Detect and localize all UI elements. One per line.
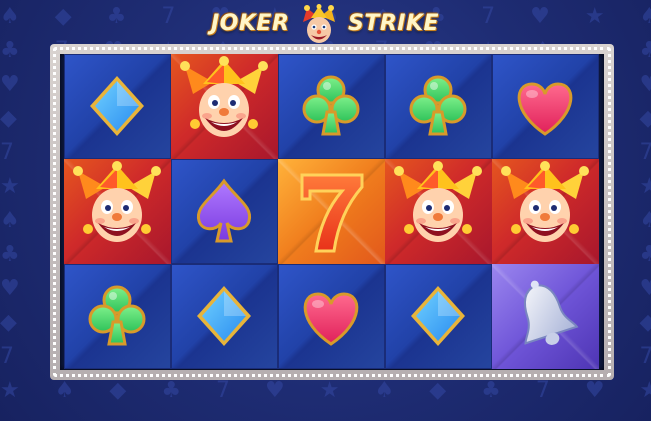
reel-cell [278, 54, 385, 159]
reel-cell [64, 264, 171, 369]
diamond-symbol-icon [411, 286, 465, 346]
joker-symbol-icon [180, 56, 268, 137]
reel-cell [171, 264, 278, 369]
joker-symbol-icon [394, 161, 482, 242]
reel-cell [64, 54, 171, 159]
reel-cell [278, 159, 385, 264]
reel-cell [492, 264, 599, 369]
reel-cell [385, 54, 492, 159]
game-screen: ♠ ◆ ♣ 7 ♥ ★ ♠ ◆ ♣ 7 ♥ ★ ♠ ◆ ♣ 7 ♥ ★ ♣ 7 … [0, 0, 651, 421]
reel-cell [385, 264, 492, 369]
joker-symbol-icon [501, 161, 589, 242]
reel-cell [64, 159, 171, 264]
game-logo: JOKER STRIKE [205, 4, 445, 44]
club-symbol-icon [302, 75, 360, 136]
reel-grid [64, 54, 600, 370]
bell-symbol-icon [523, 280, 579, 345]
reel-cell [171, 159, 278, 264]
club-symbol-icon [409, 75, 467, 136]
diamond-symbol-icon [197, 286, 251, 346]
reel-cell [385, 159, 492, 264]
heart-symbol-icon [517, 82, 573, 136]
joker-symbol-icon [73, 161, 161, 242]
reel-cell [171, 54, 278, 159]
logo-text-right: STRIKE [348, 11, 440, 36]
club-symbol-icon [88, 285, 146, 346]
logo-text-left: JOKER [211, 11, 290, 36]
reel-cell [492, 54, 599, 159]
joker-logo-icon [303, 4, 335, 43]
reel-cell [278, 264, 385, 369]
heart-symbol-icon [303, 292, 359, 346]
diamond-symbol-icon [90, 76, 144, 136]
seven-symbol-icon [300, 173, 364, 253]
spade-symbol-icon [196, 178, 252, 243]
reel-cell [492, 159, 599, 264]
